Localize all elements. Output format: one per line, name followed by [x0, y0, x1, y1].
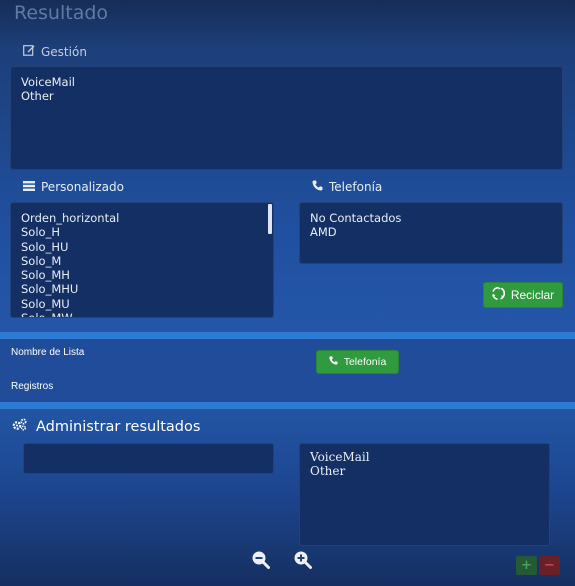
cogs-icon [12, 418, 27, 435]
list-item[interactable]: Solo_M [21, 254, 263, 268]
registros-label: Registros [11, 381, 54, 392]
gestion-label: Gestión [41, 44, 87, 59]
zoom-in-icon[interactable] [293, 550, 313, 570]
list-item[interactable]: Solo_HU [21, 240, 263, 254]
recycle-icon [491, 286, 505, 303]
list-item[interactable]: VoiceMail [21, 75, 552, 89]
add-button[interactable]: + [516, 556, 537, 575]
list-item[interactable]: Other [21, 89, 552, 103]
list-item[interactable]: Solo_MU [21, 297, 263, 311]
scrollbar[interactable] [268, 204, 272, 234]
list-item[interactable]: Solo_H [21, 225, 263, 239]
personalizado-label: Personalizado [41, 180, 124, 194]
list-icon [23, 180, 35, 194]
administrar-left-list[interactable] [23, 443, 274, 474]
telefonia-button[interactable]: Telefonía [316, 350, 399, 374]
telefonia-label: Telefonía [329, 180, 383, 194]
list-item[interactable]: Other [310, 464, 539, 478]
list-item[interactable]: Solo_MH [21, 268, 263, 282]
list-item[interactable]: No Contactados [310, 211, 552, 225]
telefonia-list[interactable]: No Contactados AMD [299, 202, 563, 264]
list-item[interactable]: VoiceMail [310, 450, 539, 464]
reciclar-label: Reciclar [510, 288, 555, 302]
list-item[interactable]: Solo_MHU [21, 282, 263, 296]
gestion-list[interactable]: VoiceMail Other [10, 66, 563, 170]
section-divider [0, 332, 575, 339]
administrar-right-list[interactable]: VoiceMail Other [299, 443, 550, 546]
personalizado-list[interactable]: Orden_horizontal Solo_H Solo_HU Solo_M Solo_… [10, 202, 274, 318]
personalizado-label-group: Personalizado [23, 180, 124, 194]
edit-icon [23, 44, 35, 59]
nombre-de-lista-label: Nombre de Lista [11, 347, 85, 358]
section-divider [0, 402, 575, 409]
phone-icon [329, 356, 338, 368]
remove-button[interactable]: − [539, 556, 560, 575]
phone-icon [312, 180, 323, 194]
telefonia-button-label: Telefonía [343, 356, 387, 368]
list-item[interactable]: Solo_MW [21, 311, 263, 317]
list-item[interactable]: Orden_horizontal [21, 211, 263, 225]
gestion-label-group: Gestión [23, 44, 87, 59]
reciclar-button[interactable]: Reciclar [483, 282, 563, 308]
list-item[interactable]: AMD [310, 225, 552, 239]
administrar-title: Administrar resultados [36, 418, 201, 435]
telefonia-label-group: Telefonía [312, 180, 382, 194]
page-title: Resultado [14, 2, 109, 24]
administrar-title-group: Administrar resultados [12, 418, 200, 435]
zoom-out-icon[interactable] [251, 550, 271, 570]
list-info-panel [0, 339, 575, 402]
